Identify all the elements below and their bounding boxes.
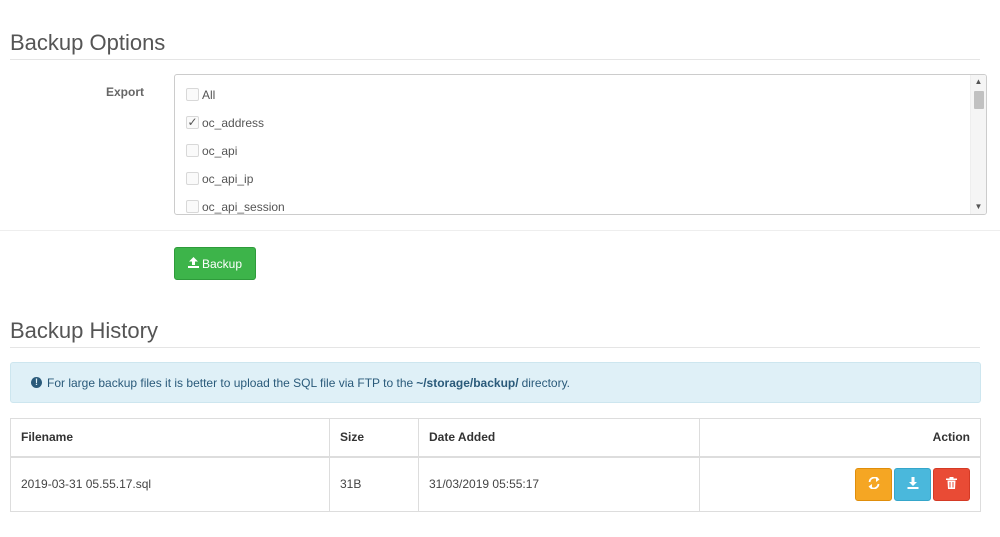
checkbox[interactable] xyxy=(186,143,199,157)
checkbox[interactable] xyxy=(186,171,199,185)
export-table-list[interactable]: All ✓ oc_address oc_api oc_api_ip oc_api… xyxy=(174,74,987,215)
checkbox[interactable] xyxy=(186,199,199,213)
checkbox-item-oc-api-session[interactable]: oc_api_session xyxy=(186,197,285,214)
checkbox-item-all[interactable]: All xyxy=(186,85,215,105)
restore-button[interactable] xyxy=(855,467,892,501)
column-header-date-added: Date Added xyxy=(418,418,700,458)
column-header-filename: Filename xyxy=(10,418,330,458)
refresh-icon xyxy=(868,476,880,492)
scrollbar[interactable]: ▲ ▼ xyxy=(970,75,986,214)
alert-path: ~/storage/backup/ xyxy=(416,375,519,390)
column-header-action: Action xyxy=(699,418,981,458)
checkbox[interactable] xyxy=(186,87,199,101)
divider xyxy=(0,230,1000,231)
checkbox-label: oc_api_ip xyxy=(202,172,254,186)
checkbox-label: oc_address xyxy=(202,116,265,130)
cell-filename: 2019-03-31 05.55.17.sql xyxy=(10,456,330,512)
checkbox-item-oc-api[interactable]: oc_api xyxy=(186,141,237,161)
scroll-down-arrow-icon[interactable]: ▼ xyxy=(971,200,986,214)
upload-icon xyxy=(187,256,199,271)
checkbox-label: All xyxy=(202,88,216,102)
backup-history-title: Backup History xyxy=(10,318,980,348)
checkbox-label: oc_api_session xyxy=(202,200,285,214)
trash-icon xyxy=(946,476,957,492)
checkbox-item-oc-address[interactable]: ✓ oc_address xyxy=(186,113,264,133)
delete-button[interactable] xyxy=(933,467,970,501)
checkbox-item-oc-api-ip[interactable]: oc_api_ip xyxy=(186,169,253,189)
table-header-row: Filename Size Date Added Action xyxy=(10,418,981,458)
alert-text-after: directory. xyxy=(521,375,571,390)
cell-date-added: 31/03/2019 05:55:17 xyxy=(418,456,700,512)
cell-size: 31B xyxy=(329,456,419,512)
download-button[interactable] xyxy=(894,467,931,501)
alert-text-before: For large backup files it is better to u… xyxy=(47,375,414,390)
checkbox-checked[interactable]: ✓ xyxy=(186,115,199,129)
info-alert: ! For large backup files it is better to… xyxy=(10,362,981,403)
cell-actions xyxy=(699,456,981,512)
column-header-size: Size xyxy=(329,418,419,458)
checkbox-label: oc_api xyxy=(202,144,238,158)
backup-button-label: Backup xyxy=(201,256,243,271)
backup-button[interactable]: Backup xyxy=(174,247,256,280)
scroll-up-arrow-icon[interactable]: ▲ xyxy=(971,75,986,89)
export-label: Export xyxy=(106,85,145,99)
download-icon xyxy=(907,476,919,492)
scrollbar-thumb[interactable] xyxy=(974,91,984,109)
table-row: 2019-03-31 05.55.17.sql 31B 31/03/2019 0… xyxy=(10,456,981,512)
info-circle-icon: ! xyxy=(31,377,42,388)
backup-history-table: Filename Size Date Added Action 2019-03-… xyxy=(10,418,981,512)
backup-options-title: Backup Options xyxy=(10,30,980,60)
